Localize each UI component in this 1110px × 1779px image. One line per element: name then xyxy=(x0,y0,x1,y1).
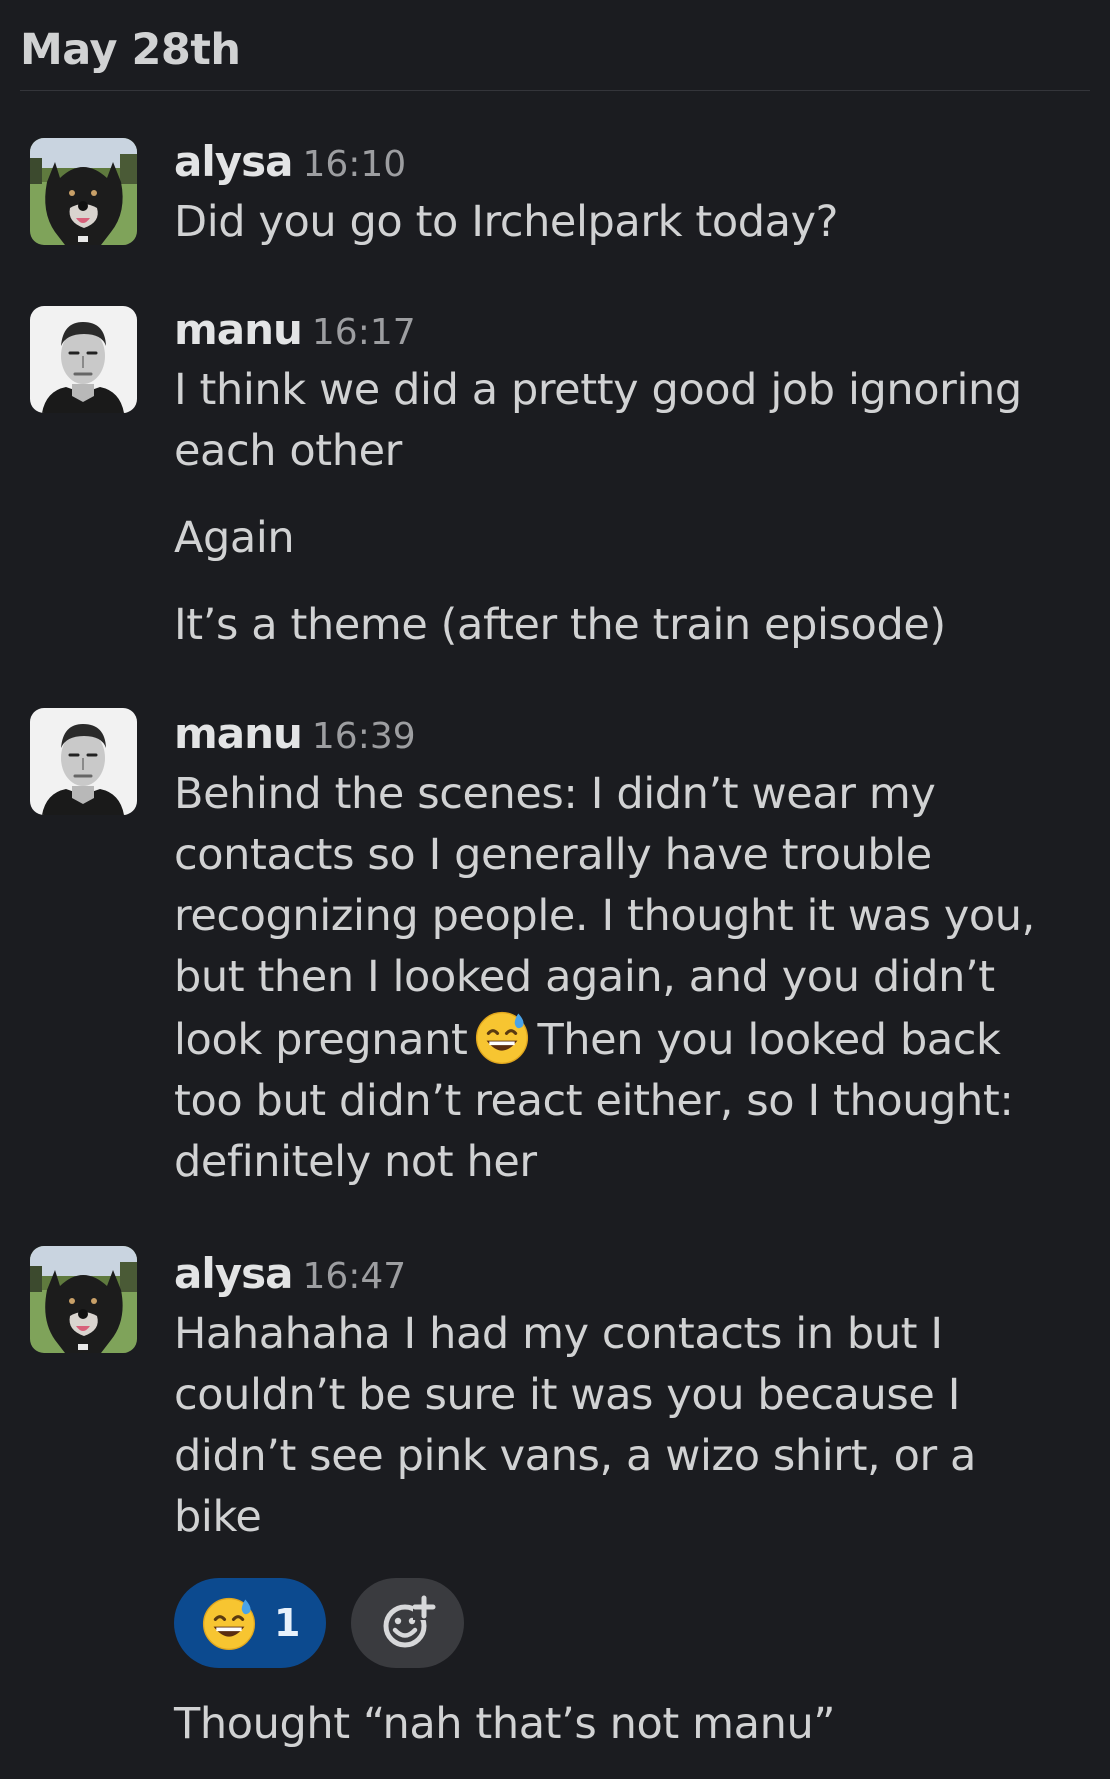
reaction-count: 1 xyxy=(274,1601,301,1645)
text-segment: look pregnant xyxy=(174,1015,468,1065)
author-name[interactable]: alysa xyxy=(174,1249,293,1298)
message-text-line: too but didn’t react either, so I though… xyxy=(174,1076,1014,1126)
avatar[interactable] xyxy=(30,306,137,413)
followup-message: Again xyxy=(174,513,295,563)
grinning-sweat-emoji-icon xyxy=(200,1594,258,1652)
message-text-line: didn’t see pink vans, a wizo shirt, or a xyxy=(174,1431,976,1481)
add-reaction-button[interactable] xyxy=(351,1578,464,1668)
man-avatar-icon xyxy=(30,306,137,413)
followup-message: It’s a theme (after the train episode) xyxy=(174,600,946,650)
avatar[interactable] xyxy=(30,708,137,815)
message-text-line: definitely not her xyxy=(174,1137,537,1187)
message-text-line: look pregnant Then you looked back xyxy=(174,1008,1090,1071)
message-text-line: couldn’t be sure it was you because I xyxy=(174,1370,960,1420)
message-text-line: Behind the scenes: I didn’t wear my xyxy=(174,769,936,819)
man-avatar-icon xyxy=(30,708,137,815)
message-text-line: bike xyxy=(174,1492,262,1542)
grinning-sweat-emoji-icon xyxy=(473,1008,531,1066)
message-text-line: I think we did a pretty good job ignorin… xyxy=(174,365,1022,415)
avatar[interactable] xyxy=(30,1246,137,1353)
dog-avatar-icon xyxy=(30,1246,137,1353)
add-reaction-icon xyxy=(383,1595,436,1648)
author-name[interactable]: manu xyxy=(174,305,303,354)
message-text-line: Hahahaha I had my contacts in but I xyxy=(174,1309,943,1359)
author-name[interactable]: manu xyxy=(174,709,303,758)
avatar[interactable] xyxy=(30,138,137,245)
date-divider-label: May 28th xyxy=(20,25,241,75)
message-text-line: contacts so I generally have trouble xyxy=(174,830,932,880)
followup-message: Thought “nah that’s not manu” xyxy=(174,1699,836,1749)
timestamp[interactable]: 16:47 xyxy=(302,1256,406,1297)
timestamp[interactable]: 16:17 xyxy=(312,312,416,353)
author-name[interactable]: alysa xyxy=(174,137,293,186)
reaction-pill[interactable]: 1 xyxy=(174,1578,326,1668)
message-text-line: recognizing people. I thought it was you… xyxy=(174,891,1035,941)
message-text-line: each other xyxy=(174,426,402,476)
timestamp[interactable]: 16:39 xyxy=(312,716,416,757)
message-text: Did you go to Irchelpark today? xyxy=(174,197,839,247)
date-divider: May 28th xyxy=(20,14,1090,91)
message-text-line: but then I looked again, and you didn’t xyxy=(174,952,995,1002)
dog-avatar-icon xyxy=(30,138,137,245)
text-segment: Then you looked back xyxy=(537,1015,1001,1065)
timestamp[interactable]: 16:10 xyxy=(302,144,406,185)
